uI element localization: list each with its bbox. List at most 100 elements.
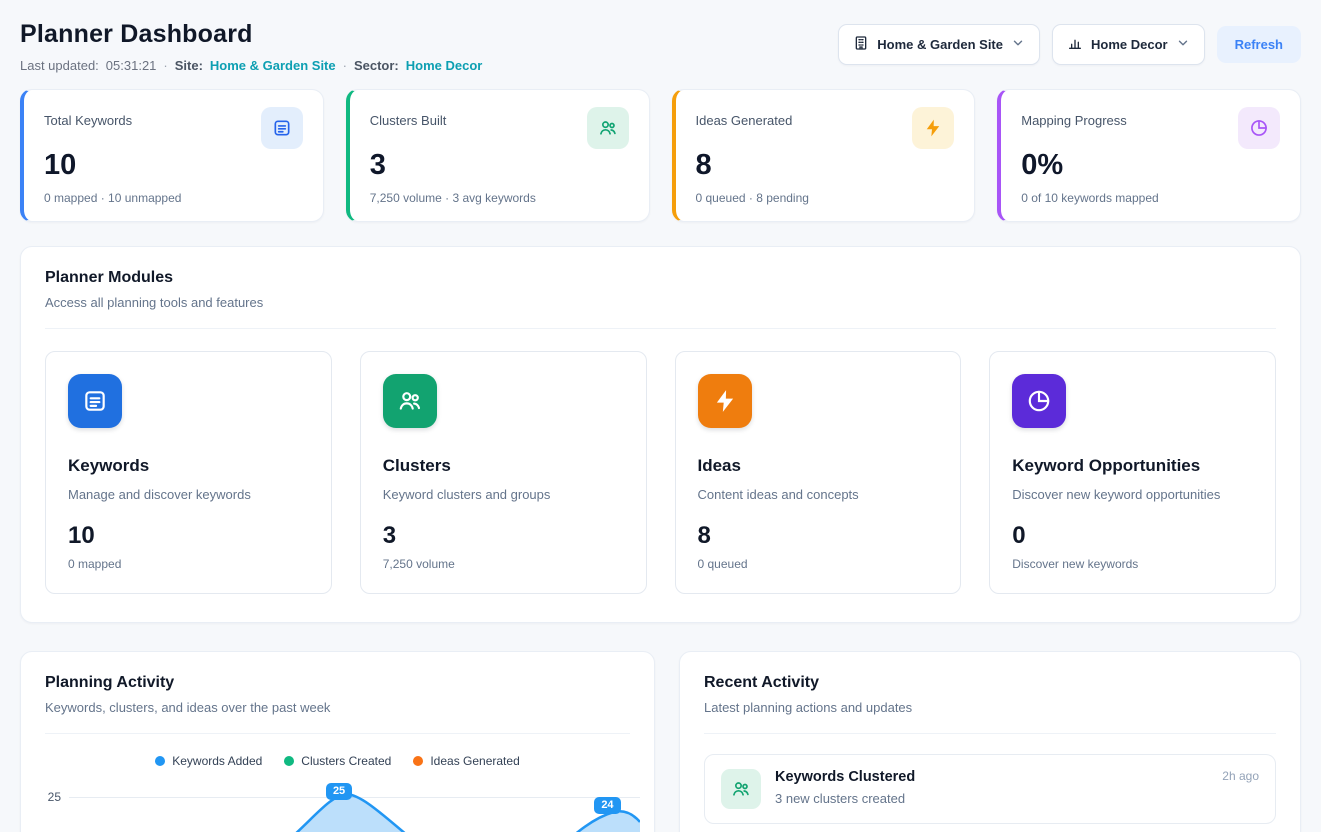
module-description: Content ideas and concepts [698, 487, 939, 502]
module-detail: 7,250 volume [383, 557, 624, 571]
stats-grid: Total Keywords 10 0 mapped · 10 unmapped… [20, 89, 1301, 222]
legend-label: Ideas Generated [430, 754, 519, 768]
refresh-button[interactable]: Refresh [1217, 26, 1301, 63]
legend-item-keywords-added[interactable]: Keywords Added [155, 754, 262, 768]
site-link[interactable]: Home & Garden Site [210, 58, 336, 73]
document-icon [261, 107, 303, 149]
site-selector-dropdown[interactable]: Home & Garden Site [838, 24, 1040, 65]
legend-item-clusters-created[interactable]: Clusters Created [284, 754, 391, 768]
activity-title: Keywords Clustered [775, 769, 915, 785]
legend-dot-orange [413, 756, 423, 766]
stat-card-clusters-built: Clusters Built 3 7,250 volume · 3 avg ke… [346, 89, 650, 222]
module-description: Discover new keyword opportunities [1012, 487, 1253, 502]
users-icon [721, 769, 761, 809]
module-card-clusters[interactable]: Clusters Keyword clusters and groups 3 7… [360, 351, 647, 594]
stat-detail: 0 mapped · 10 unmapped [44, 191, 303, 205]
stat-value: 8 [696, 149, 955, 182]
stat-card-mapping-progress: Mapping Progress 0% 0 of 10 keywords map… [997, 89, 1301, 222]
meta-separator: · [343, 58, 347, 73]
header-left: Planner Dashboard Last updated: 05:31:21… [20, 20, 482, 73]
module-title: Ideas [698, 456, 939, 476]
sector-link[interactable]: Home Decor [406, 58, 483, 73]
header: Planner Dashboard Last updated: 05:31:21… [20, 20, 1301, 73]
keywords-added-series-area [69, 782, 640, 832]
activity-timestamp: 2h ago [1222, 769, 1259, 783]
bar-chart-icon [1067, 35, 1083, 54]
pie-chart-icon [1238, 107, 1280, 149]
site-selector-label: Home & Garden Site [877, 37, 1003, 52]
divider [45, 733, 630, 734]
module-detail: 0 mapped [68, 557, 309, 571]
site-label: Site: [175, 58, 203, 73]
planner-modules-section: Planner Modules Access all planning tool… [20, 246, 1301, 623]
planning-activity-chart: 25 25 24 [21, 782, 654, 832]
module-description: Manage and discover keywords [68, 487, 309, 502]
stat-label: Total Keywords [44, 107, 132, 128]
stat-card-top: Mapping Progress [1021, 107, 1280, 149]
legend-item-ideas-generated[interactable]: Ideas Generated [413, 754, 519, 768]
chart-plot-area: 25 24 [69, 782, 640, 832]
stat-card-top: Total Keywords [44, 107, 303, 149]
bottom-grid: Planning Activity Keywords, clusters, an… [20, 651, 1301, 832]
module-card-keywords[interactable]: Keywords Manage and discover keywords 10… [45, 351, 332, 594]
stat-detail: 0 of 10 keywords mapped [1021, 191, 1280, 205]
stat-label: Mapping Progress [1021, 107, 1127, 128]
module-value: 0 [1012, 522, 1253, 550]
meta-separator: · [163, 58, 167, 73]
recent-activity-head: Recent Activity Latest planning actions … [680, 652, 1300, 734]
y-axis-tick: 25 [35, 782, 69, 832]
module-detail: 0 queued [698, 557, 939, 571]
activity-body: Keywords Clustered 2h ago 3 new clusters… [775, 769, 1259, 806]
modules-head: Planner Modules Access all planning tool… [21, 247, 1300, 329]
chevron-down-icon [1011, 36, 1025, 53]
modules-subtitle: Access all planning tools and features [45, 295, 1276, 310]
modules-grid: Keywords Manage and discover keywords 10… [21, 329, 1300, 622]
module-description: Keyword clusters and groups [383, 487, 624, 502]
stat-value: 0% [1021, 149, 1280, 182]
document-icon [68, 374, 122, 428]
module-card-keyword-opportunities[interactable]: Keyword Opportunities Discover new keywo… [989, 351, 1276, 594]
legend-dot-blue [155, 756, 165, 766]
stat-card-ideas-generated: Ideas Generated 8 0 queued · 8 pending [672, 89, 976, 222]
legend-label: Keywords Added [172, 754, 262, 768]
module-value: 3 [383, 522, 624, 550]
stat-value: 3 [370, 149, 629, 182]
header-actions: Home & Garden Site Home Decor Refresh [838, 24, 1301, 65]
module-value: 10 [68, 522, 309, 550]
header-meta: Last updated: 05:31:21 · Site: Home & Ga… [20, 58, 482, 73]
planning-activity-subtitle: Keywords, clusters, and ideas over the p… [45, 700, 630, 715]
stat-detail: 0 queued · 8 pending [696, 191, 955, 205]
legend-label: Clusters Created [301, 754, 391, 768]
recent-activity-section: Recent Activity Latest planning actions … [679, 651, 1301, 832]
pie-chart-icon [1012, 374, 1066, 428]
building-icon [853, 35, 869, 54]
recent-activity-list: Keywords Clustered 2h ago 3 new clusters… [680, 734, 1300, 832]
last-updated-label: Last updated: [20, 58, 99, 73]
page-title: Planner Dashboard [20, 20, 482, 49]
module-value: 8 [698, 522, 939, 550]
stat-value: 10 [44, 149, 303, 182]
module-card-ideas[interactable]: Ideas Content ideas and concepts 8 0 que… [675, 351, 962, 594]
activity-item-keywords-clustered[interactable]: Keywords Clustered 2h ago 3 new clusters… [704, 754, 1276, 824]
sector-selector-dropdown[interactable]: Home Decor [1052, 24, 1205, 65]
stat-detail: 7,250 volume · 3 avg keywords [370, 191, 629, 205]
chevron-down-icon [1176, 36, 1190, 53]
sector-label: Sector: [354, 58, 399, 73]
last-updated-value: 05:31:21 [106, 58, 157, 73]
stat-card-top: Ideas Generated [696, 107, 955, 149]
planning-activity-title: Planning Activity [45, 674, 630, 692]
recent-activity-title: Recent Activity [704, 674, 1276, 692]
legend-dot-green [284, 756, 294, 766]
stat-label: Clusters Built [370, 107, 447, 128]
chart-legend: Keywords Added Clusters Created Ideas Ge… [21, 754, 654, 768]
module-title: Clusters [383, 456, 624, 476]
bolt-icon [698, 374, 752, 428]
module-title: Keyword Opportunities [1012, 456, 1253, 476]
planning-activity-section: Planning Activity Keywords, clusters, an… [20, 651, 655, 832]
activity-top: Keywords Clustered 2h ago [775, 769, 1259, 785]
planner-dashboard-page: Planner Dashboard Last updated: 05:31:21… [0, 0, 1321, 832]
bolt-icon [912, 107, 954, 149]
module-title: Keywords [68, 456, 309, 476]
module-detail: Discover new keywords [1012, 557, 1253, 571]
chart-point-label: 25 [326, 783, 352, 800]
